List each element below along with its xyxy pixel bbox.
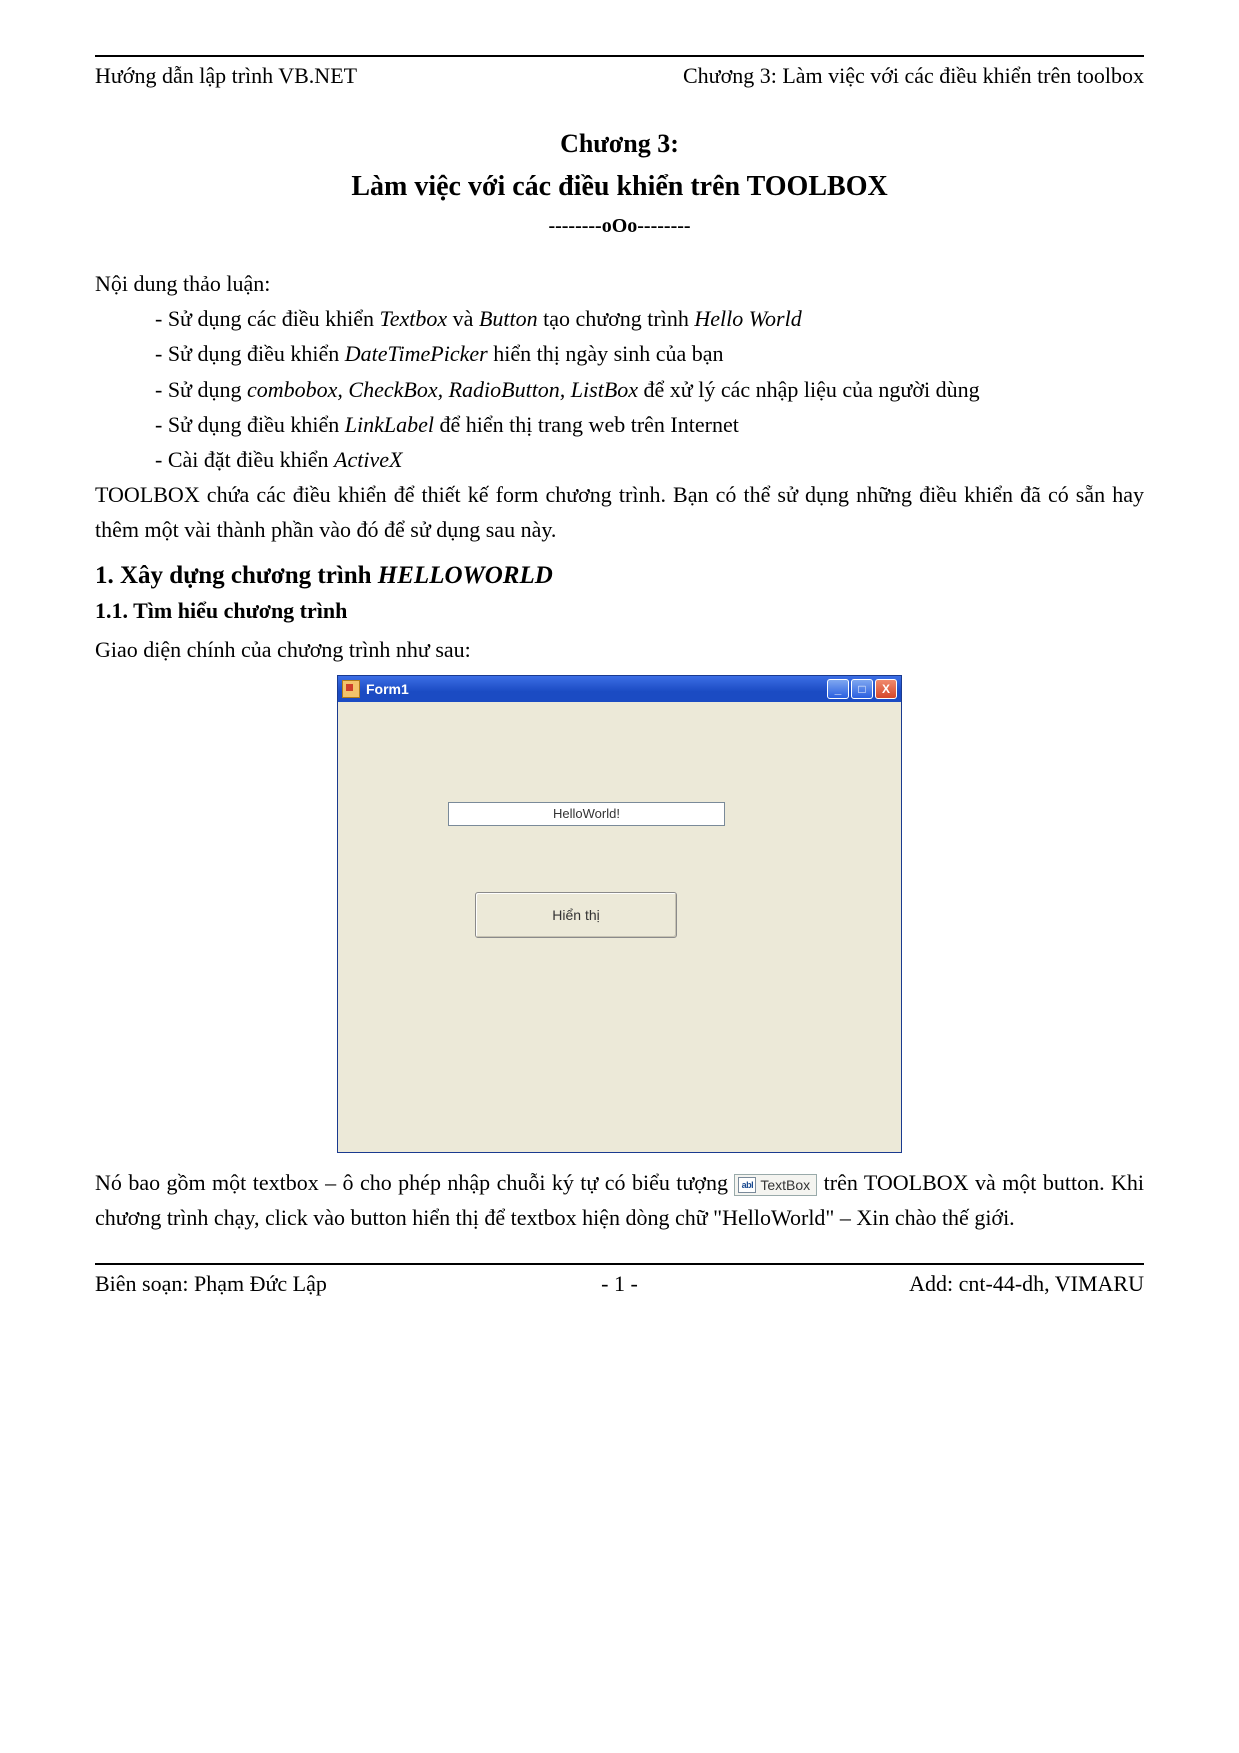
text: Nó bao gồm một textbox – ô cho phép nhập… xyxy=(95,1170,734,1195)
text: và xyxy=(447,306,479,331)
section-1-heading: 1. Xây dựng chương trình HELLOWORLD xyxy=(95,562,1144,590)
text: để hiển thị trang web trên Internet xyxy=(434,412,739,437)
helloworld-term: Hello World xyxy=(694,306,801,331)
page-footer: Biên soạn: Phạm Đức Lập - 1 - Add: cnt-4… xyxy=(95,1271,1144,1297)
paragraph-after-form: Nó bao gồm một textbox – ô cho phép nhập… xyxy=(95,1165,1144,1235)
bullet-1: - Sử dụng các điều khiển Textbox và Butt… xyxy=(95,301,1144,336)
hello-textbox[interactable]: HelloWorld! xyxy=(448,802,725,826)
footer-right: Add: cnt-44-dh, VIMARU xyxy=(650,1271,1144,1297)
form-screenshot: Form1 _ □ X HelloWorld! Hiển thị xyxy=(95,675,1144,1153)
form-title: Form1 xyxy=(366,681,409,697)
page-header: Hướng dẫn lập trình VB.NET Chương 3: Làm… xyxy=(95,63,1144,89)
section-1-num: 1. Xây dựng chương trình xyxy=(95,562,378,589)
section-1-title: HELLOWORLD xyxy=(378,562,553,589)
winform: Form1 _ □ X HelloWorld! Hiển thị xyxy=(337,675,902,1153)
text: để xử lý các nhập liệu của người dùng xyxy=(638,377,980,402)
show-button[interactable]: Hiển thị xyxy=(475,892,677,938)
linklabel-term: LinkLabel xyxy=(345,412,434,437)
maximize-button[interactable]: □ xyxy=(851,679,873,699)
controls-term: combobox, CheckBox, RadioButton, ListBox xyxy=(247,377,638,402)
textbox-chip-label: TextBox xyxy=(760,1176,810,1194)
text: - Sử dụng xyxy=(155,377,247,402)
text: - Sử dụng điều khiển xyxy=(155,412,345,437)
text: - Cài đặt điều khiển xyxy=(155,447,334,472)
text: - Sử dụng các điều khiển xyxy=(155,306,380,331)
ornament: --------oOo-------- xyxy=(95,215,1144,238)
top-rule xyxy=(95,55,1144,57)
textbox-term: Textbox xyxy=(380,306,448,331)
button-term: Button xyxy=(479,306,538,331)
activex-term: ActiveX xyxy=(334,447,402,472)
close-button[interactable]: X xyxy=(875,679,897,699)
form-body: HelloWorld! Hiển thị xyxy=(338,702,901,1152)
textbox-glyph-icon: abl xyxy=(738,1177,756,1193)
header-left: Hướng dẫn lập trình VB.NET xyxy=(95,63,357,89)
gui-intro: Giao diện chính của chương trình như sau… xyxy=(95,632,1144,667)
footer-page-number: - 1 - xyxy=(589,1271,650,1297)
section-1-1-heading: 1.1. Tìm hiểu chương trình xyxy=(95,598,1144,624)
bullet-4: - Sử dụng điều khiển LinkLabel để hiển t… xyxy=(95,407,1144,442)
textbox-toolbox-icon: abl TextBox xyxy=(734,1174,817,1196)
form-icon xyxy=(342,680,360,698)
titlebar: Form1 _ □ X xyxy=(338,676,901,702)
footer-left: Biên soạn: Phạm Đức Lập xyxy=(95,1271,589,1297)
text: hiển thị ngày sinh của bạn xyxy=(488,341,724,366)
datetimepicker-term: DateTimePicker xyxy=(345,341,488,366)
text: tạo chương trình xyxy=(538,306,695,331)
chapter-title: Làm việc với các điều khiển trên TOOLBOX xyxy=(95,171,1144,203)
header-right: Chương 3: Làm việc với các điều khiển tr… xyxy=(683,63,1144,89)
bullet-3: - Sử dụng combobox, CheckBox, RadioButto… xyxy=(95,372,1144,407)
intro-heading: Nội dung thảo luận: xyxy=(95,266,1144,301)
bullet-2: - Sử dụng điều khiển DateTimePicker hiển… xyxy=(95,336,1144,371)
chapter-number: Chương 3: xyxy=(95,129,1144,159)
minimize-button[interactable]: _ xyxy=(827,679,849,699)
toolbox-paragraph: TOOLBOX chứa các điều khiển để thiết kế … xyxy=(95,477,1144,547)
bottom-rule xyxy=(95,1263,1144,1265)
text: - Sử dụng điều khiển xyxy=(155,341,345,366)
bullet-5: - Cài đặt điều khiển ActiveX xyxy=(95,442,1144,477)
